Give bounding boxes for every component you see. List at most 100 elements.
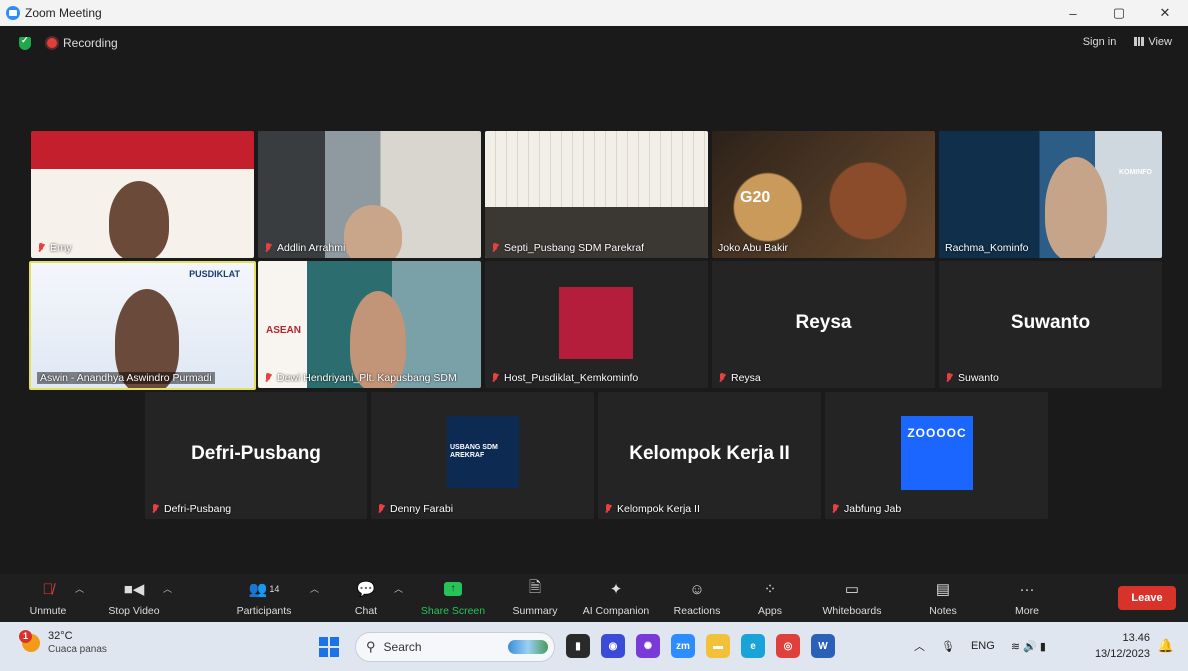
- participant-name: Jabfung Jab: [844, 503, 902, 515]
- participant-video: [1045, 157, 1107, 258]
- apps-button[interactable]: ⁘ Apps: [730, 576, 810, 617]
- participants-label: Participants: [236, 605, 292, 617]
- video-tile-addlin[interactable]: Addlin Arrahmi: [258, 131, 481, 258]
- participant-name: Reysa: [731, 372, 761, 384]
- windows-start-icon[interactable]: [319, 637, 339, 657]
- window-title: Zoom Meeting: [25, 6, 102, 20]
- participant-display-name: Suwanto: [1010, 311, 1091, 333]
- recording-icon: [47, 38, 57, 48]
- participant-name: Aswin - Anandhya Aswindro Purmadi: [40, 372, 212, 384]
- zoom-window: Zoom Meeting – ▢ ✕ Recording Sign in Vie…: [0, 0, 1188, 671]
- language-indicator[interactable]: ENG: [971, 640, 995, 652]
- search-icon: ⚲: [366, 639, 376, 654]
- chevron-up-icon[interactable]: ︿: [914, 638, 925, 654]
- participants-options-caret-icon[interactable]: ︿: [310, 582, 319, 595]
- reactions-button[interactable]: ☺ Reactions: [657, 576, 737, 618]
- video-tile-septi[interactable]: Septi_Pusbang SDM Parekraf: [485, 131, 708, 258]
- file-explorer-icon[interactable]: ▬: [706, 634, 730, 658]
- summary-button[interactable]: 🗎 Summary: [495, 576, 575, 618]
- search-placeholder: Search: [383, 640, 422, 654]
- security-shield-icon[interactable]: [19, 35, 31, 50]
- weather-widget[interactable]: 1 32°C Cuaca panas: [19, 630, 107, 655]
- muted-mic-icon: [377, 503, 385, 515]
- asean-logo: ASEAN: [266, 325, 302, 336]
- share-screen-button[interactable]: ↑ Share Screen: [413, 576, 493, 617]
- meeting-stage: Recording Sign in View Erny Addlin Arrah…: [0, 26, 1188, 574]
- weather-alert-badge: 1: [19, 630, 32, 643]
- edge-icon[interactable]: e: [741, 634, 765, 658]
- ai-companion-button[interactable]: ✦ AI Companion: [576, 576, 656, 617]
- participant-name: Suwanto: [958, 372, 999, 384]
- zoom-app-icon[interactable]: zm: [671, 634, 695, 658]
- muted-mic-icon: [491, 372, 499, 384]
- stop-video-label: Stop Video: [108, 605, 160, 617]
- muted-mic-icon: [718, 372, 726, 384]
- stop-video-button[interactable]: ■◀ Stop Video: [94, 576, 174, 617]
- minimize-button[interactable]: –: [1050, 0, 1096, 26]
- sun-icon: 1: [19, 630, 40, 652]
- ellipsis-icon: ···: [1019, 580, 1035, 598]
- chrome-icon[interactable]: ◎: [776, 634, 800, 658]
- participant-name: Defri-Pusbang: [164, 503, 232, 515]
- search-highlight-icon: [508, 640, 548, 654]
- video-tile-defri[interactable]: Defri-Pusbang Defri-Pusbang: [145, 392, 367, 519]
- participant-video: [109, 181, 169, 258]
- participant-name: Addlin Arrahmi: [277, 242, 346, 254]
- taskbar-clock[interactable]: 13.46 13/12/2023: [1095, 630, 1150, 662]
- clock-date: 13/12/2023: [1094, 648, 1150, 660]
- kominfo-logo: KOMINFO: [1118, 169, 1152, 176]
- ai-companion-label: AI Companion: [582, 605, 650, 617]
- participants-icon: 👥 14: [248, 581, 280, 598]
- participants-button[interactable]: 👥 14 Participants: [224, 576, 304, 617]
- sign-in-link[interactable]: Sign in: [1083, 36, 1117, 48]
- meeting-toolbar: 🎙̸ Unmute ︿ ■◀ Stop Video ︿ 👥 14 Particip…: [0, 574, 1188, 622]
- muted-mic-icon: [264, 242, 272, 254]
- video-tile-dewi[interactable]: ASEAN Dewi Hendriyani_Plt. Kapusbang SDM: [258, 261, 481, 388]
- video-tile-denny[interactable]: USBANG SDM AREKRAF Denny Farabi: [371, 392, 594, 519]
- muted-mic-icon: [151, 503, 159, 515]
- participant-name: Joko Abu Bakir: [718, 242, 789, 254]
- zoom-logo-thumbnail: ZOOOOC: [901, 416, 973, 490]
- notes-button[interactable]: ▤ Notes: [903, 576, 983, 617]
- apps-icon: ⁘: [763, 581, 777, 598]
- audio-options-caret-icon[interactable]: ︿: [75, 582, 84, 595]
- clock-time: 13.46: [1122, 632, 1150, 644]
- view-button[interactable]: View: [1134, 36, 1172, 48]
- copilot-icon[interactable]: ✺: [636, 634, 660, 658]
- video-tile-reysa[interactable]: Reysa Reysa: [712, 261, 935, 388]
- muted-mic-icon: [604, 503, 612, 515]
- participant-display-name: Defri-Pusbang: [191, 442, 321, 464]
- close-button[interactable]: ✕: [1142, 0, 1188, 26]
- leave-button[interactable]: Leave: [1118, 586, 1176, 610]
- chat-label: Chat: [354, 605, 378, 617]
- video-tile-host[interactable]: Host_Pusdiklat_Kemkominfo: [485, 261, 708, 388]
- video-tile-suwanto[interactable]: Suwanto Suwanto: [939, 261, 1162, 388]
- notification-bell-icon[interactable]: 🔔: [1158, 638, 1174, 654]
- view-label: View: [1148, 36, 1172, 48]
- video-tile-rachma[interactable]: KOMINFO Rachma_Kominfo: [939, 131, 1162, 258]
- taskbar-search[interactable]: ⚲ Search: [355, 632, 555, 662]
- muted-mic-icon: [491, 242, 499, 254]
- more-button[interactable]: ··· More: [987, 576, 1067, 618]
- video-options-caret-icon[interactable]: ︿: [163, 582, 172, 595]
- wifi-sound-battery-icon[interactable]: ≋ 🔊 ▮: [1011, 640, 1046, 653]
- notes-icon: ▤: [935, 581, 951, 598]
- word-icon[interactable]: W: [811, 634, 835, 658]
- chat-options-caret-icon[interactable]: ︿: [394, 582, 403, 595]
- video-tile-erny[interactable]: Erny: [31, 131, 254, 258]
- zoom-logo-icon: [6, 6, 20, 20]
- video-tile-aswin[interactable]: PUSDIKLAT Aswin - Anandhya Aswindro Purm…: [29, 261, 256, 390]
- video-tile-kelompok[interactable]: Kelompok Kerja II Kelompok Kerja II: [598, 392, 821, 519]
- microphone-icon[interactable]: 🎙: [941, 640, 955, 653]
- weather-temperature: 32°C: [48, 630, 73, 642]
- share-screen-icon: ↑: [413, 576, 493, 602]
- video-camera-icon: ■◀: [123, 581, 145, 598]
- whiteboards-button[interactable]: ▭ Whiteboards: [812, 576, 892, 617]
- video-tile-joko[interactable]: G20 Joko Abu Bakir: [712, 131, 935, 258]
- muted-mic-icon: [945, 372, 953, 384]
- task-view-icon[interactable]: ▮: [566, 634, 590, 658]
- teams-icon[interactable]: ◉: [601, 634, 625, 658]
- maximize-button[interactable]: ▢: [1096, 0, 1142, 26]
- video-tile-jabfung[interactable]: ZOOOOC Jabfung Jab: [825, 392, 1048, 519]
- muted-mic-icon: [831, 503, 839, 515]
